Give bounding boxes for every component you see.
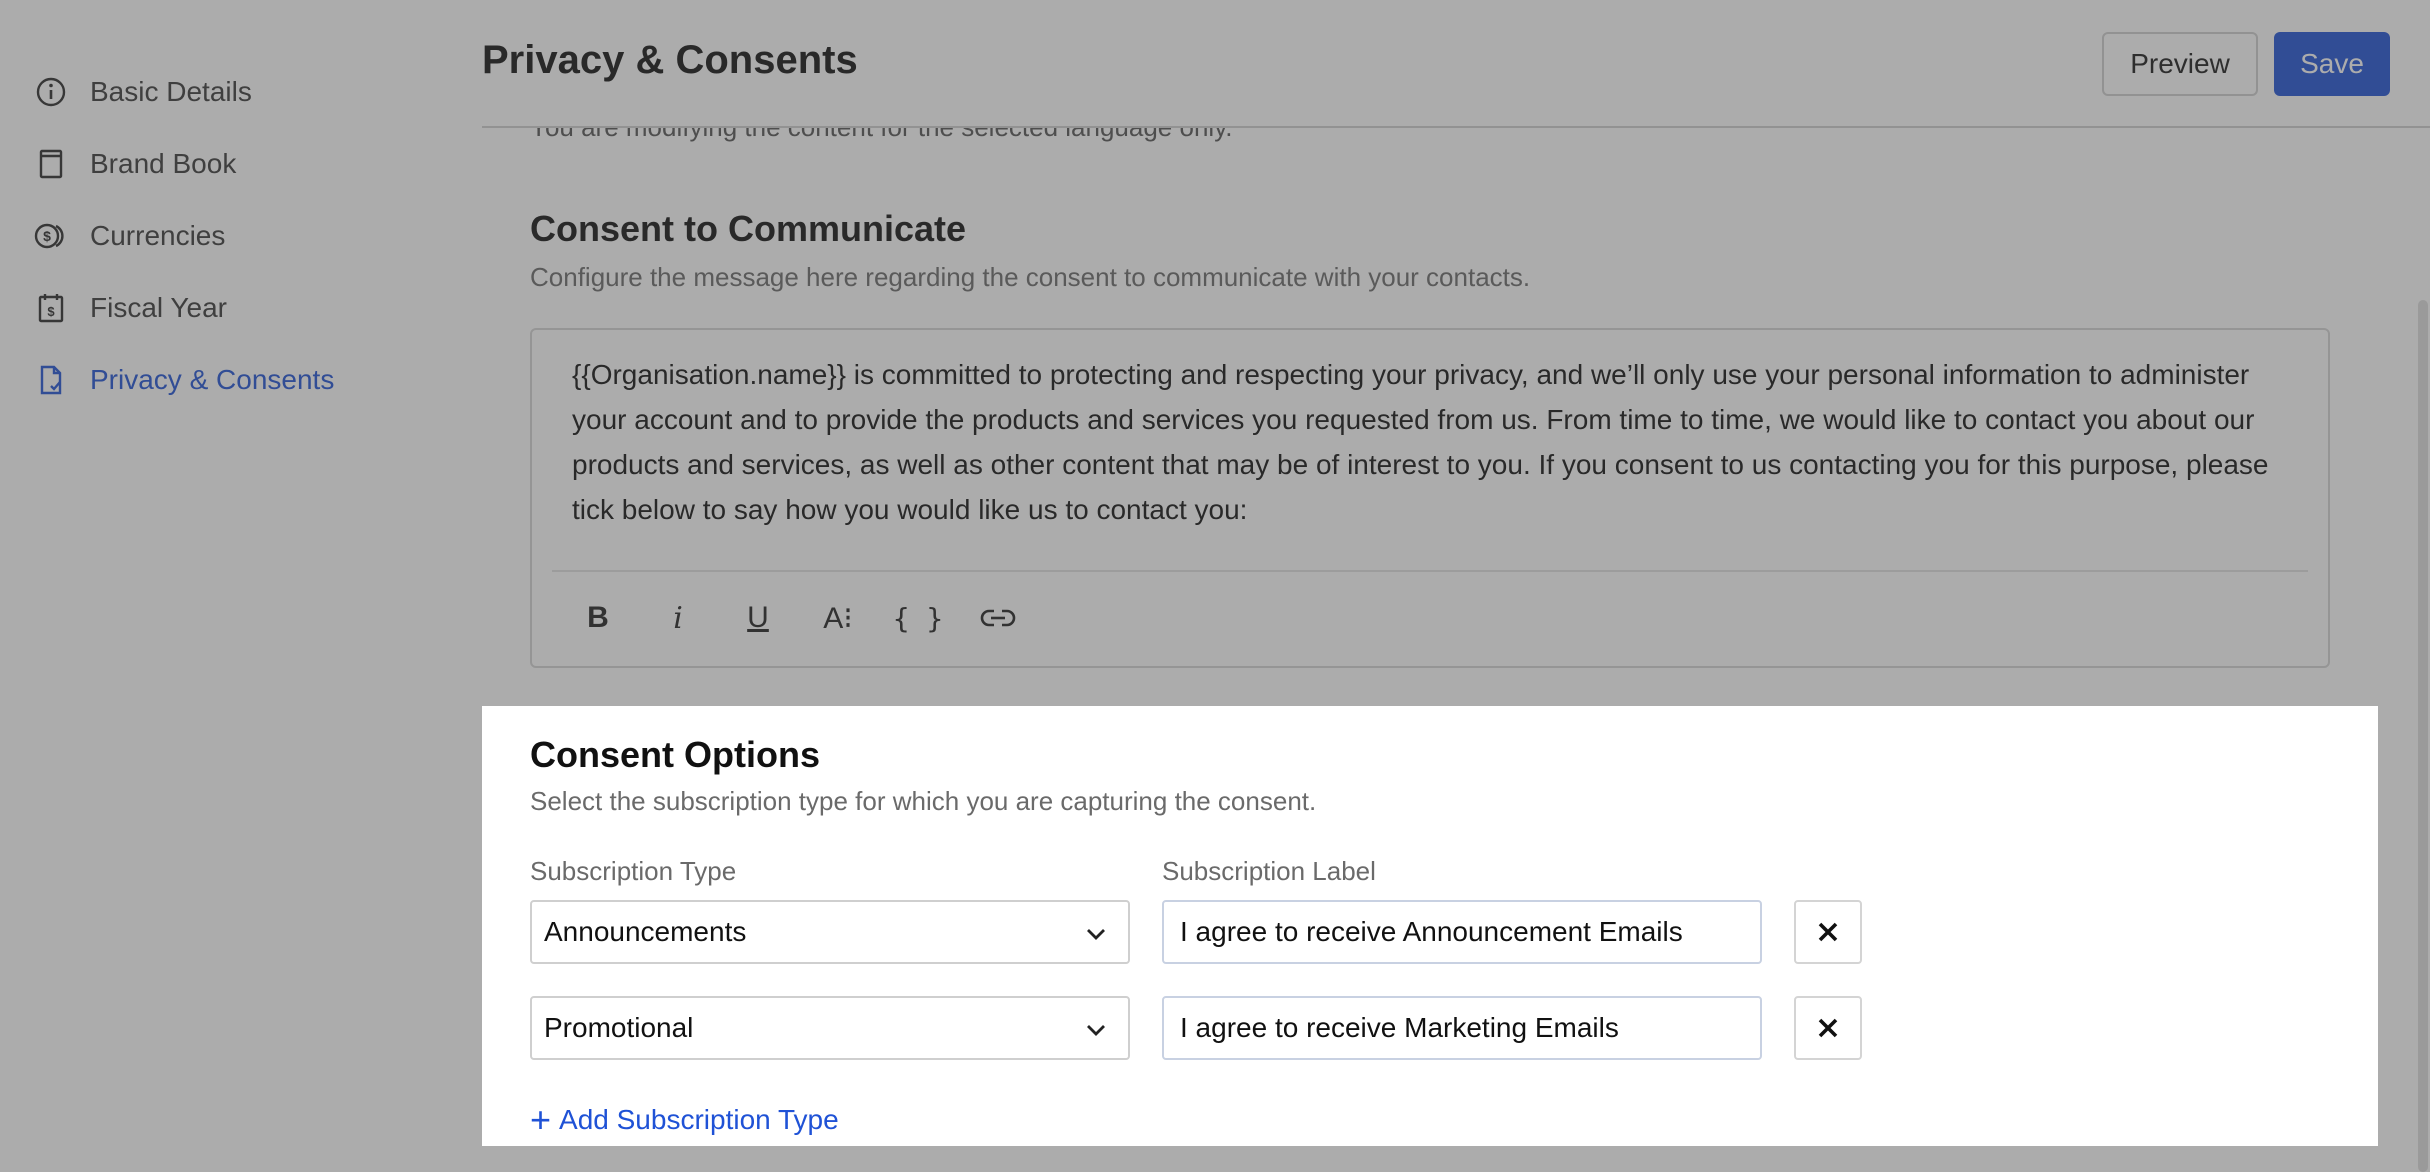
chevron-down-icon bbox=[1087, 929, 1105, 940]
sidebar-item-label: Basic Details bbox=[90, 76, 252, 107]
consent-options-section: Consent Options Select the subscription … bbox=[482, 706, 2378, 1146]
section-title: Consent to Communicate bbox=[530, 208, 967, 249]
editor-content[interactable]: {{Organisation.name}} is committed to pr… bbox=[572, 352, 2292, 532]
save-button[interactable]: Save bbox=[2274, 32, 2390, 96]
remove-row-button[interactable] bbox=[1794, 996, 1862, 1060]
close-icon bbox=[1818, 1018, 1838, 1038]
preview-button[interactable]: Preview bbox=[2102, 32, 2258, 96]
consent-communicate-section: You are modifying the content for the se… bbox=[482, 128, 2378, 706]
add-subscription-type-link[interactable]: + Add Subscription Type bbox=[530, 1102, 839, 1138]
section-title: Consent Options bbox=[530, 734, 820, 775]
editor-toolbar: B i U A⁝ { } bbox=[558, 586, 1038, 650]
subscription-type-label: Subscription Type bbox=[530, 856, 737, 886]
sidebar-item-label: Brand Book bbox=[90, 148, 237, 179]
bold-button[interactable]: B bbox=[558, 586, 638, 650]
subscription-type-select[interactable]: Promotional bbox=[530, 996, 1130, 1060]
link-icon[interactable] bbox=[958, 586, 1038, 650]
remove-row-button[interactable] bbox=[1794, 900, 1862, 964]
section-subtitle: Select the subscription type for which y… bbox=[530, 786, 1317, 816]
chevron-down-icon bbox=[1087, 1025, 1105, 1036]
book-icon bbox=[34, 147, 68, 181]
svg-text:$: $ bbox=[47, 304, 55, 319]
close-icon bbox=[1818, 922, 1838, 942]
select-value: Announcements bbox=[544, 916, 747, 947]
rich-text-editor[interactable]: {{Organisation.name}} is committed to pr… bbox=[530, 328, 2330, 668]
scrollbar[interactable] bbox=[2418, 300, 2428, 1172]
sidebar-item-currencies[interactable]: $ Currencies bbox=[0, 200, 482, 272]
sidebar-item-brand-book[interactable]: Brand Book bbox=[0, 128, 482, 200]
svg-text:$: $ bbox=[43, 228, 51, 244]
sidebar-item-privacy-consents[interactable]: Privacy & Consents bbox=[0, 344, 482, 416]
page-title: Privacy & Consents bbox=[482, 38, 858, 82]
app: Basic Details Brand Book $ Currencies $ … bbox=[0, 0, 2430, 1172]
plus-icon: + bbox=[530, 1099, 552, 1140]
italic-button[interactable]: i bbox=[638, 586, 718, 650]
main-content: You are modifying the content for the se… bbox=[482, 128, 2378, 1172]
divider bbox=[552, 570, 2308, 572]
subscription-label-label: Subscription Label bbox=[1162, 856, 1376, 886]
sidebar-item-fiscal-year[interactable]: $ Fiscal Year bbox=[0, 272, 482, 344]
document-check-icon bbox=[34, 363, 68, 397]
info-icon bbox=[34, 75, 68, 109]
subscription-label-input[interactable] bbox=[1162, 900, 1762, 964]
add-subscription-type-label: Add Subscription Type bbox=[559, 1104, 839, 1135]
variables-button[interactable]: { } bbox=[878, 586, 958, 650]
subscription-type-select[interactable]: Announcements bbox=[530, 900, 1130, 964]
section-subtitle: Configure the message here regarding the… bbox=[530, 262, 1531, 292]
sidebar-item-label: Privacy & Consents bbox=[90, 364, 335, 395]
font-size-button[interactable]: A⁝ bbox=[798, 586, 878, 650]
calendar-dollar-icon: $ bbox=[34, 291, 68, 325]
underline-button[interactable]: U bbox=[718, 586, 798, 650]
language-note: You are modifying the content for the se… bbox=[530, 128, 1232, 143]
sidebar-item-label: Currencies bbox=[90, 220, 226, 251]
sidebar-item-basic-details[interactable]: Basic Details bbox=[0, 56, 482, 128]
page-header: Privacy & Consents Preview Save bbox=[482, 0, 2430, 128]
sidebar-item-label: Fiscal Year bbox=[90, 292, 227, 323]
subscription-label-input[interactable] bbox=[1162, 996, 1762, 1060]
select-value: Promotional bbox=[544, 1012, 694, 1043]
sidebar: Basic Details Brand Book $ Currencies $ … bbox=[0, 0, 482, 1172]
currency-icon: $ bbox=[34, 219, 68, 253]
